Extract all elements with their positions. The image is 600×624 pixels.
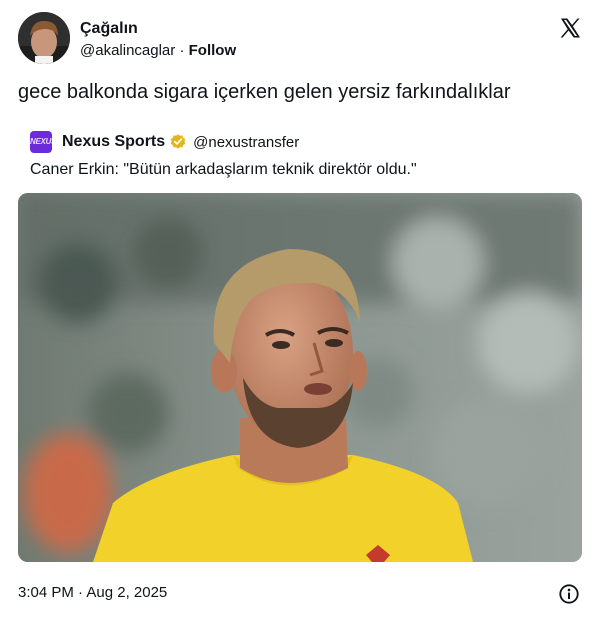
author-display-name[interactable]: Çağalın <box>80 19 236 39</box>
author-handle-line: @akalincaglar · Follow <box>80 41 236 61</box>
info-icon[interactable] <box>558 583 580 605</box>
tweet-text: gece balkonda sigara içerken gelen yersi… <box>18 81 511 103</box>
quoted-tweet-header: NEXUS Nexus Sports @nexustransfer <box>30 131 299 153</box>
tweet-footer: 3:04 PM · Aug 2, 2025 <box>18 583 582 605</box>
tweet-header: Çağalın @akalincaglar · Follow <box>18 12 582 66</box>
quoted-author-name[interactable]: Nexus Sports <box>62 133 165 151</box>
author-handle[interactable]: @akalincaglar <box>80 42 175 59</box>
x-logo-icon[interactable] <box>558 16 582 40</box>
verified-badge-icon <box>170 134 186 149</box>
quoted-author-avatar[interactable]: NEXUS <box>30 131 52 153</box>
tweet-timestamp[interactable]: 3:04 PM · Aug 2, 2025 <box>18 583 582 603</box>
quoted-avatar-text: NEXUS <box>30 137 52 146</box>
separator-dot: · <box>179 42 185 59</box>
quoted-tweet-photo[interactable] <box>18 193 582 562</box>
author-info: Çağalın @akalincaglar · Follow <box>80 19 236 61</box>
author-avatar[interactable] <box>18 12 70 64</box>
quoted-tweet-text: Caner Erkin: "Bütün arkadaşlarım teknik … <box>30 161 417 178</box>
quoted-author-handle[interactable]: @nexustransfer <box>193 134 299 151</box>
follow-button[interactable]: Follow <box>189 42 237 59</box>
